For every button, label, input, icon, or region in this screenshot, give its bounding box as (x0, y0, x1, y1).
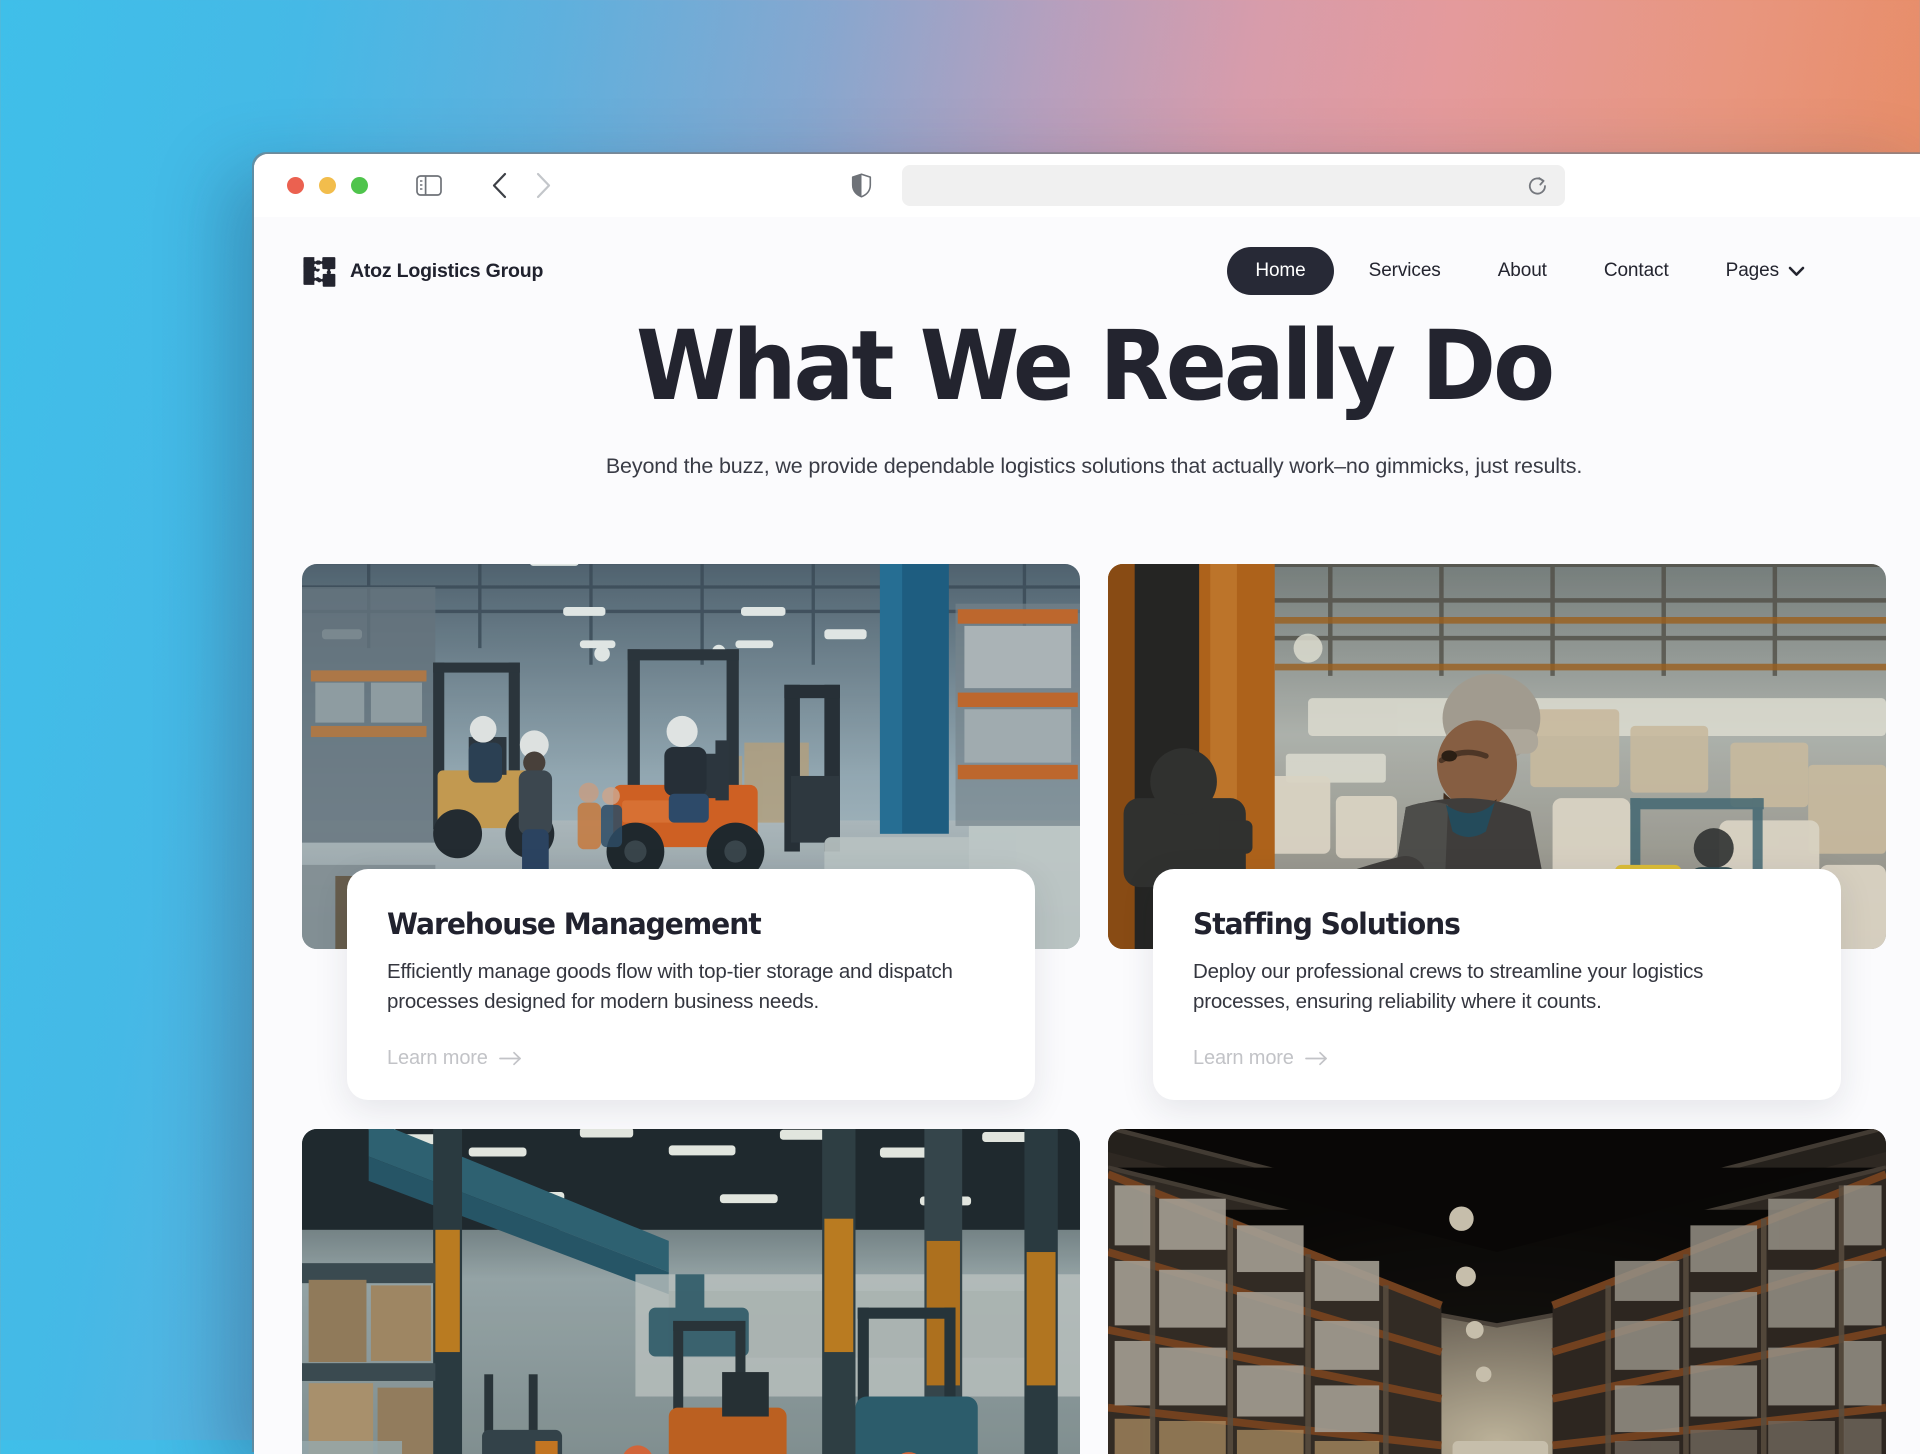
service-card-body: Staffing Solutions Deploy our profession… (1153, 868, 1841, 1101)
sidebar-toggle-icon[interactable] (416, 175, 442, 196)
service-card-description: Deploy our professional crews to streaml… (1193, 959, 1704, 1014)
site-header: Atoz Logistics Group Home Services About… (254, 217, 1920, 295)
service-card[interactable]: Staffing Solutions Deploy our profession… (1108, 563, 1886, 1101)
service-card-body: Warehouse Management Efficiently manage … (347, 868, 1035, 1101)
warehouse-racking-photo (1108, 1129, 1886, 1454)
minimize-window-button[interactable] (319, 177, 336, 194)
reload-icon[interactable] (1527, 175, 1548, 197)
services-card-grid: Warehouse Management Efficiently manage … (254, 563, 1920, 1454)
service-card[interactable] (302, 1129, 1080, 1454)
service-card[interactable]: Warehouse Management Efficiently manage … (302, 563, 1080, 1101)
learn-more-label: Learn more (387, 1047, 488, 1070)
page-title: What We Really Do (635, 310, 1555, 422)
close-window-button[interactable] (287, 177, 304, 194)
hero-subtitle: Beyond the buzz, we provide dependable l… (605, 453, 1583, 478)
service-card-title: Warehouse Management (387, 906, 762, 941)
arrow-right-icon (1304, 1051, 1328, 1066)
main-navigation: Home Services About Contact Pages (1227, 247, 1879, 295)
browser-window: Atoz Logistics Group Home Services About… (254, 154, 1920, 1454)
warehouse-aisle-workers-photo (302, 1129, 1080, 1454)
browser-toolbar (254, 154, 1920, 217)
nav-item-pages-label: Pages (1725, 260, 1779, 281)
brand-logo[interactable]: Atoz Logistics Group (302, 254, 543, 289)
nav-item-about[interactable]: About (1476, 248, 1569, 294)
service-card[interactable] (1108, 1129, 1886, 1454)
chevron-right-icon[interactable] (535, 172, 552, 199)
window-controls (287, 177, 368, 194)
web-page: Atoz Logistics Group Home Services About… (254, 217, 1920, 1454)
hero-section: What We Really Do Beyond the buzz, we pr… (254, 295, 1920, 479)
nav-item-pages[interactable]: Pages (1704, 248, 1827, 294)
chevron-left-icon[interactable] (491, 172, 508, 199)
brand-name: Atoz Logistics Group (350, 259, 544, 282)
nav-item-contact[interactable]: Contact (1582, 248, 1691, 294)
address-bar[interactable] (902, 165, 1565, 206)
learn-more-link[interactable]: Learn more (387, 1047, 995, 1070)
learn-more-link[interactable]: Learn more (1193, 1047, 1801, 1070)
zoom-window-button[interactable] (351, 177, 368, 194)
service-card-description: Efficiently manage goods flow with top-t… (387, 959, 953, 1014)
arrow-right-icon (498, 1051, 522, 1066)
learn-more-label: Learn more (1193, 1047, 1294, 1070)
nav-item-services[interactable]: Services (1347, 248, 1463, 294)
nav-item-home[interactable]: Home (1227, 247, 1334, 295)
puzzle-pieces-icon (302, 254, 337, 289)
shield-icon[interactable] (851, 173, 872, 198)
service-card-title: Staffing Solutions (1193, 906, 1461, 941)
chevron-down-icon (1788, 266, 1805, 277)
